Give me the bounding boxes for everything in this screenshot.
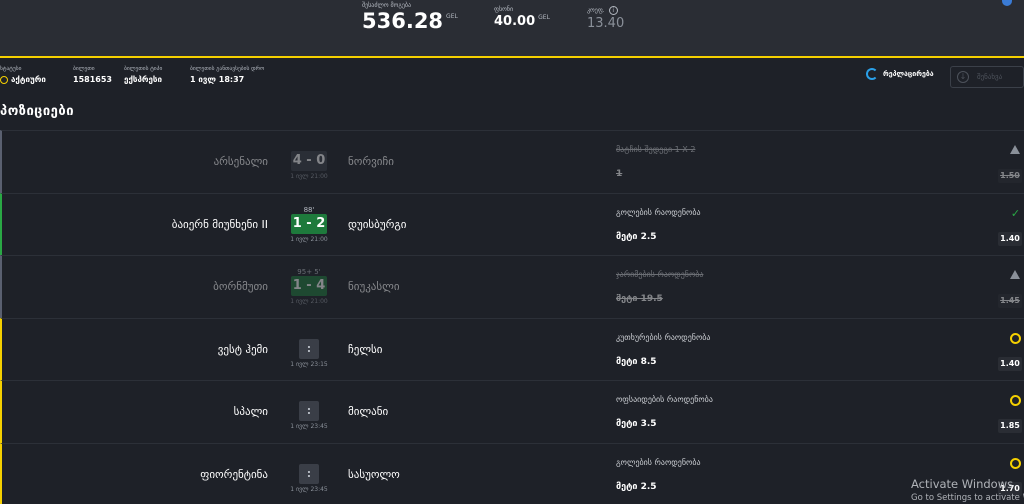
coefficient-label: კოეფ.: [587, 7, 605, 14]
ticket-id: ბილეთი 1581653: [73, 66, 112, 84]
odd-value: 1.40: [998, 356, 1022, 371]
selection: მეტი 3.5: [616, 419, 657, 429]
odd-value: 1.50: [998, 169, 1022, 183]
stake-currency: GEL: [538, 14, 550, 21]
windows-activation-watermark: Activate Windows Go to Settings to activ…: [911, 477, 1024, 503]
market-name: კუთხურების რაოდენობა: [616, 332, 711, 342]
repeat-ticket-label: რეპლაცირება: [883, 70, 934, 78]
positions-list: არსენალი 4 - 0 1 ივლ 21:00 ნორვიჩი მატჩი…: [0, 130, 1024, 504]
kickoff-time: 1 ივლ 23:15: [290, 360, 328, 368]
ticket-status-value: აქტიური: [11, 75, 46, 84]
kickoff-time: 1 ივლ 21:00: [290, 173, 328, 180]
ticket-summary-bar: შესაძლო მოგება 536.28 GEL ფსონი 40.00 GE…: [0, 0, 1024, 58]
market-name: მატჩის შედეგი 1 X 2: [616, 145, 696, 154]
market-name: ჯარიმების რაოდენობა: [616, 270, 704, 279]
refresh-icon: [866, 68, 878, 80]
ticket-id-value: 1581653: [73, 75, 112, 84]
match-minute: 88': [303, 205, 315, 214]
position-row[interactable]: ბაიერნ მიუნხენი II 88' 1 - 2 1 ივლ 21:00…: [0, 192, 1024, 255]
kickoff-time: 1 ივლ 21:00: [290, 298, 328, 305]
selection: მეტი 19.5: [616, 294, 663, 304]
coefficient-block: კოეფ. i 13.40: [587, 6, 624, 31]
match-score: :: [299, 338, 319, 359]
ticket-date-label: ბილეთის განთავსების დრო: [190, 66, 265, 72]
possible-win-label: შესაძლო მოგება: [362, 2, 412, 9]
home-team: არსენალი: [213, 155, 268, 168]
coefficient-value: 13.40: [587, 16, 625, 31]
stake-block: ფსონი 40.00 GEL: [494, 6, 550, 29]
warning-icon: [1010, 270, 1020, 279]
selection: 1: [616, 169, 623, 179]
status-circle-icon: [0, 75, 8, 84]
selection: მეტი 2.5: [616, 231, 657, 242]
pending-circle-icon: [1010, 457, 1021, 469]
position-row[interactable]: ვესტ ჰემი : 1 ივლ 23:15 ჩელსი კუთხურების…: [0, 317, 1024, 380]
away-team: ჩელსი: [348, 342, 383, 356]
ticket-type-label: ბილეთის ტიპი: [124, 66, 163, 72]
ticket-id-label: ბილეთი: [73, 66, 95, 72]
pending-circle-icon: [1010, 332, 1021, 344]
odd-value: 1.85: [998, 419, 1022, 433]
info-icon[interactable]: i: [608, 6, 618, 15]
kickoff-time: 1 ივლ 23:45: [290, 485, 328, 493]
watermark-title: Activate Windows: [911, 477, 1014, 491]
match-minute: 95+ 5': [297, 268, 321, 276]
away-team: სასუოლო: [348, 467, 400, 481]
match-score: 1 - 2: [291, 213, 327, 234]
possible-win-currency: GEL: [446, 13, 458, 20]
stake-value: 40.00: [494, 14, 536, 29]
download-icon: ↓: [957, 71, 969, 83]
selection: მეტი 8.5: [616, 356, 657, 367]
home-team: ბაიერნ მიუნხენი II: [171, 217, 268, 231]
home-team: ვესტ ჰემი: [217, 342, 268, 356]
home-team: სპალი: [233, 405, 268, 418]
repeat-ticket-button[interactable]: რეპლაცირება: [866, 68, 934, 80]
market-name: გოლების რაოდენობა: [616, 457, 701, 467]
away-team: მილანი: [348, 405, 389, 418]
save-ticket-label: შენახვა: [977, 73, 1003, 81]
selection: მეტი 2.5: [616, 481, 657, 492]
position-row[interactable]: ფიორენტინა : 1 ივლ 23:45 სასუოლო გოლების…: [0, 442, 1024, 504]
odd-value: 1.45: [998, 294, 1022, 308]
ticket-status: სტატუსი აქტიური: [0, 66, 46, 84]
kickoff-time: 1 ივლ 23:45: [290, 423, 328, 430]
ticket-type-value: ექსპრესი: [124, 75, 162, 84]
position-row[interactable]: არსენალი 4 - 0 1 ივლ 21:00 ნორვიჩი მატჩი…: [0, 130, 1024, 193]
ticket-type: ბილეთის ტიპი ექსპრესი: [124, 66, 162, 84]
notification-indicator: [1002, 0, 1012, 6]
kickoff-time: 1 ივლ 21:00: [290, 235, 328, 243]
match-score: :: [299, 463, 319, 484]
ticket-status-label: სტატუსი: [0, 66, 22, 72]
pending-circle-icon: [1010, 395, 1021, 406]
save-ticket-button[interactable]: ↓ შენახვა: [950, 66, 1024, 88]
check-icon: ✓: [1010, 206, 1021, 220]
match-score: :: [299, 401, 319, 421]
watermark-subtitle: Go to Settings to activate Windows.: [911, 493, 1024, 503]
possible-win-block: შესაძლო მოგება 536.28 GEL: [362, 2, 458, 33]
warning-icon: [1010, 145, 1020, 154]
home-team: ბორნმუთი: [213, 280, 268, 293]
position-row[interactable]: ბორნმუთი 95+ 5' 1 - 4 1 ივლ 21:00 ნიუკას…: [0, 255, 1024, 318]
away-team: ნიუკასლი: [348, 280, 400, 293]
ticket-date: ბილეთის განთავსების დრო 1 ივლ 18:37: [190, 66, 264, 84]
match-score: 4 - 0: [291, 151, 327, 171]
away-team: ნორვიჩი: [348, 155, 394, 168]
possible-win-value: 536.28: [362, 9, 444, 33]
ticket-date-value: 1 ივლ 18:37: [190, 75, 245, 84]
market-name: გოლების რაოდენობა: [616, 207, 701, 217]
position-row[interactable]: სპალი : 1 ივლ 23:45 მილანი ოფსაიდების რა…: [0, 380, 1024, 443]
match-score: 1 - 4: [291, 276, 327, 296]
odd-value: 1.40: [998, 231, 1022, 246]
home-team: ფიორენტინა: [200, 467, 268, 481]
away-team: დუისბურგი: [348, 217, 407, 231]
market-name: ოფსაიდების რაოდენობა: [616, 395, 713, 404]
positions-title: პოზიციები: [0, 104, 75, 119]
